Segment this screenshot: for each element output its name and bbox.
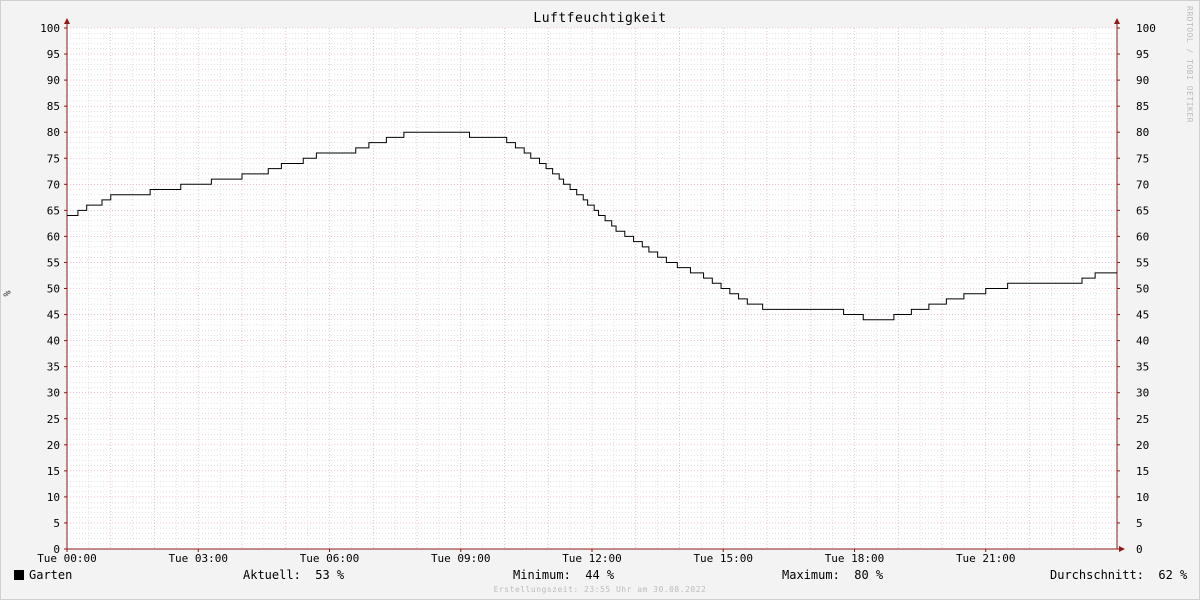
y-tick-label-right: 75 <box>1136 152 1149 165</box>
x-tick-label: Tue 03:00 <box>168 552 228 565</box>
legend-min-value: 44 % <box>585 568 615 582</box>
chart-svg: 0 05 510 1015 1520 2025 2530 3035 3540 4045 4550 50… <box>37 18 1156 565</box>
y-tick-label-left: 65 <box>47 204 60 217</box>
y-tick-label-right: 10 <box>1136 491 1149 504</box>
y-tick-label-left: 10 <box>47 491 60 504</box>
y-tick-label-right: 45 <box>1136 309 1149 322</box>
legend-current: Aktuell: 53 % <box>243 568 344 582</box>
y-tick-label-left: 35 <box>47 361 60 374</box>
y-tick-label-right: 70 <box>1136 178 1149 191</box>
legend-avg-value: 62 % <box>1158 568 1188 582</box>
x-tick-label: Tue 09:00 <box>431 552 491 565</box>
y-tick-label-left: 55 <box>47 256 60 269</box>
y-tick-label-right: 5 <box>1136 517 1143 530</box>
x-tick-label: Tue 12:00 <box>562 552 622 565</box>
y-tick-label-right: 15 <box>1136 465 1149 478</box>
y-tick-label-right: 60 <box>1136 230 1149 243</box>
y-tick-label-right: 80 <box>1136 126 1149 139</box>
y-tick-label-right: 55 <box>1136 256 1149 269</box>
legend-max-label: Maximum: <box>782 568 840 582</box>
y-tick-label-right: 85 <box>1136 100 1149 113</box>
y-tick-label-right: 90 <box>1136 74 1149 87</box>
x-tick-label: Tue 06:00 <box>300 552 360 565</box>
y-tick-label-right: 40 <box>1136 335 1149 348</box>
y-tick-label-right: 50 <box>1136 283 1149 296</box>
y-tick-label-left: 95 <box>47 48 60 61</box>
y-tick-label-left: 75 <box>47 152 60 165</box>
legend-minimum: Minimum: 44 % <box>513 568 614 582</box>
x-tick-label: Tue 00:00 <box>37 552 97 565</box>
chart-title: Luftfeuchtigkeit <box>533 11 667 26</box>
legend-swatch <box>14 570 24 580</box>
y-tick-label-right: 95 <box>1136 48 1149 61</box>
legend-max-value: 80 % <box>854 568 884 582</box>
y-tick-label-left: 85 <box>47 100 60 113</box>
y-tick-label-left: 25 <box>47 413 60 426</box>
y-tick-label-left: 50 <box>47 283 60 296</box>
legend-avg-label: Durchschnitt: <box>1050 568 1144 582</box>
legend-series-name: Garten <box>29 568 73 582</box>
y-tick-label-left: 20 <box>47 439 60 452</box>
x-tick-label: Tue 21:00 <box>956 552 1016 565</box>
y-axis-label-left: % <box>2 290 14 297</box>
y-tick-label-left: 70 <box>47 178 60 191</box>
x-axis-arrow <box>1119 546 1125 552</box>
y-tick-label-right: 65 <box>1136 204 1149 217</box>
x-tick-label: Tue 15:00 <box>693 552 753 565</box>
watermark: RRDTOOL / TOBI OETIKER <box>1185 6 1194 123</box>
y-tick-label-left: 15 <box>47 465 60 478</box>
legend-min-label: Minimum: <box>513 568 571 582</box>
legend-maximum: Maximum: 80 % <box>782 568 883 582</box>
legend-average: Durchschnitt: 62 % <box>1050 568 1187 582</box>
y-tick-label-left: 5 <box>53 517 60 530</box>
y-tick-label-left: 40 <box>47 335 60 348</box>
y-tick-label-right: 30 <box>1136 387 1149 400</box>
y-tick-label-left: 30 <box>47 387 60 400</box>
x-tick-label: Tue 18:00 <box>825 552 885 565</box>
y-tick-label-left: 80 <box>47 126 60 139</box>
legend-current-value: 53 % <box>315 568 345 582</box>
y-tick-label-right: 0 <box>1136 543 1143 556</box>
y-tick-label-left: 45 <box>47 309 60 322</box>
legend-current-label: Aktuell: <box>243 568 301 582</box>
legend-series: Garten <box>14 568 72 582</box>
footer-timestamp: Erstellungszeit: 23:55 Uhr am 30.08.2022 <box>493 585 707 594</box>
y-tick-label-left: 90 <box>47 74 60 87</box>
y-tick-label-right: 20 <box>1136 439 1149 452</box>
y-tick-label-right: 25 <box>1136 413 1149 426</box>
y-tick-label-right: 35 <box>1136 361 1149 374</box>
y-tick-label-left: 60 <box>47 230 60 243</box>
